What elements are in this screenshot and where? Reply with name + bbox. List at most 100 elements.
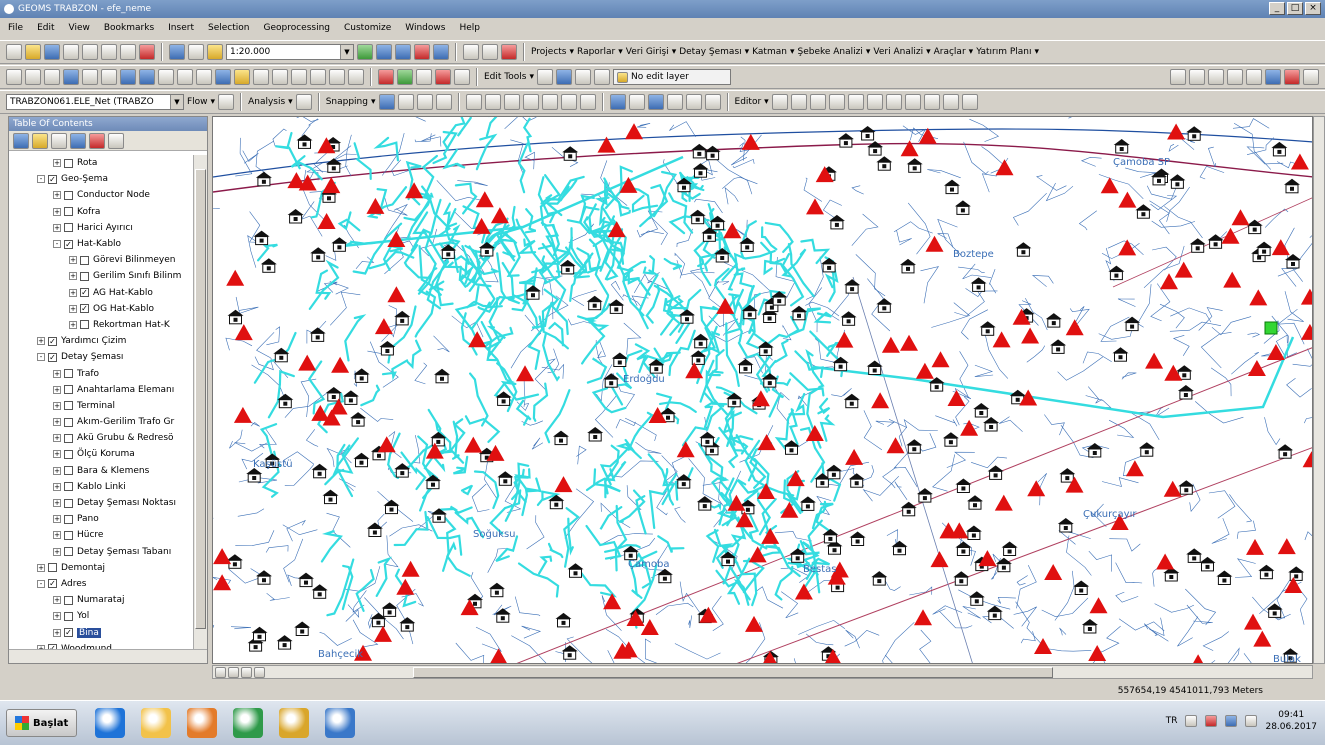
toc-layer-row[interactable]: - ✓ Detay Şeması: [9, 349, 193, 365]
map-canvas[interactable]: Çamoba SP Boztepe Erdoğdu Soğuksu Çamoba Best…: [213, 117, 1313, 664]
straight-segment-icon[interactable]: [790, 94, 807, 110]
building-icon[interactable]: [322, 489, 339, 505]
building-icon[interactable]: [276, 635, 293, 650]
building-icon[interactable]: [840, 311, 857, 326]
layout-view-icon[interactable]: [228, 666, 239, 678]
trace-segment-icon[interactable]: [828, 94, 845, 110]
building-icon[interactable]: [871, 571, 888, 586]
identify-icon[interactable]: [215, 69, 231, 85]
power-icon[interactable]: [1245, 715, 1258, 727]
flow-direction-icon[interactable]: [218, 94, 235, 110]
arctoolbox-icon[interactable]: [433, 44, 449, 60]
fixed-zoom-out-icon[interactable]: [101, 69, 117, 85]
building-icon[interactable]: [525, 285, 541, 300]
building-icon[interactable]: [970, 277, 987, 292]
building-icon[interactable]: [494, 608, 511, 623]
toc-layer-row[interactable]: + Trafo: [9, 365, 193, 381]
building-icon[interactable]: [799, 496, 816, 511]
layer-visibility-checkbox[interactable]: ✓: [48, 579, 57, 589]
edit-layer-field[interactable]: No edit layer: [613, 69, 731, 85]
layer-visibility-checkbox[interactable]: [64, 385, 73, 395]
expand-icon[interactable]: +: [53, 482, 61, 491]
menu-katman[interactable]: Katman: [752, 47, 787, 57]
building-icon[interactable]: [692, 333, 709, 349]
point-icon[interactable]: [847, 94, 864, 110]
building-icon[interactable]: [1178, 480, 1195, 495]
layer-visibility-checkbox[interactable]: [64, 611, 73, 621]
python-icon[interactable]: [463, 44, 479, 60]
layer-visibility-checkbox[interactable]: ✓: [64, 628, 73, 638]
expand-icon[interactable]: +: [53, 207, 61, 216]
building-icon[interactable]: [737, 358, 754, 374]
building-icon[interactable]: [294, 621, 311, 636]
expand-icon[interactable]: +: [53, 515, 61, 524]
grid-icon[interactable]: [685, 94, 702, 110]
map-view[interactable]: Çamoba SP Boztepe Erdoğdu Soğuksu Çamoba Best…: [212, 116, 1313, 664]
minimize-button[interactable]: _: [1269, 2, 1285, 15]
building-icon[interactable]: [1246, 219, 1263, 235]
toc-vertical-scrollbar[interactable]: [193, 155, 207, 649]
menu-selection[interactable]: Selection: [208, 23, 249, 33]
building-icon[interactable]: [1108, 265, 1125, 281]
building-icon[interactable]: [928, 377, 945, 392]
language-indicator[interactable]: TR: [1166, 716, 1178, 726]
expand-icon[interactable]: +: [53, 401, 61, 410]
building-icon[interactable]: [1186, 548, 1203, 563]
building-icon[interactable]: [699, 431, 716, 447]
building-icon[interactable]: [1266, 603, 1283, 618]
building-icon[interactable]: [1199, 556, 1216, 572]
toc-layer-row[interactable]: + Hücre: [9, 527, 193, 543]
layer-visibility-checkbox[interactable]: [64, 207, 73, 217]
building-icon[interactable]: [690, 350, 707, 365]
clock[interactable]: 09:41 28.06.2017: [1265, 709, 1317, 733]
layer-visibility-checkbox[interactable]: [64, 190, 73, 200]
building-icon[interactable]: [309, 327, 326, 342]
building-icon[interactable]: [983, 417, 1000, 432]
building-icon[interactable]: [891, 540, 908, 556]
toc-layer-row[interactable]: - ✓ Geo-Şema: [9, 171, 193, 187]
edit-tool-icon[interactable]: [771, 94, 788, 110]
building-icon[interactable]: [1086, 443, 1103, 458]
layer-visibility-checkbox[interactable]: ✓: [80, 288, 89, 298]
building-icon[interactable]: [696, 496, 713, 511]
maximize-button[interactable]: □: [1287, 2, 1303, 15]
goto-xy-icon[interactable]: [329, 69, 345, 85]
expand-icon[interactable]: +: [53, 450, 61, 459]
paste-icon[interactable]: [120, 44, 136, 60]
pan-icon[interactable]: [44, 69, 60, 85]
building-icon[interactable]: [379, 341, 396, 356]
validate-icon[interactable]: [1284, 69, 1300, 85]
building-icon[interactable]: [497, 471, 514, 486]
zoom-layer-icon[interactable]: [628, 94, 645, 110]
sketch-icon[interactable]: [575, 69, 591, 85]
building-icon[interactable]: [689, 209, 706, 225]
expand-icon[interactable]: +: [53, 191, 61, 200]
layer-visibility-checkbox[interactable]: [64, 223, 73, 233]
expand-icon[interactable]: +: [69, 320, 77, 329]
barrier-icon[interactable]: [397, 69, 413, 85]
building-icon[interactable]: [1001, 541, 1018, 556]
building-icon[interactable]: [1169, 174, 1186, 189]
toc-horizontal-scrollbar[interactable]: [9, 649, 207, 663]
analysis-menu[interactable]: Analysis: [248, 97, 285, 107]
menu-raporlar[interactable]: Raporlar: [577, 47, 615, 57]
expand-icon[interactable]: +: [53, 466, 61, 475]
building-icon[interactable]: [876, 298, 893, 313]
draw-line-icon[interactable]: [1170, 69, 1186, 85]
building-icon[interactable]: [567, 563, 584, 578]
expand-icon[interactable]: +: [53, 369, 61, 378]
building-icon[interactable]: [488, 582, 505, 598]
toc-layer-row[interactable]: + ✓ Bina: [9, 624, 193, 640]
layer-visibility-checkbox[interactable]: [64, 482, 73, 492]
collapse-icon[interactable]: -: [37, 579, 45, 588]
measure-icon[interactable]: [272, 69, 288, 85]
toc-layer-row[interactable]: + Conductor Node: [9, 187, 193, 203]
trace-icon[interactable]: [416, 69, 432, 85]
search-window-icon[interactable]: [414, 44, 430, 60]
building-icon[interactable]: [1057, 518, 1074, 533]
building-icon[interactable]: [1112, 347, 1129, 362]
start-button[interactable]: Başlat: [6, 709, 78, 737]
zoom-out-icon[interactable]: [25, 69, 41, 85]
draw-curve-icon[interactable]: [1189, 69, 1205, 85]
toc-layer-row[interactable]: + ✓ Woodmund: [9, 641, 193, 649]
